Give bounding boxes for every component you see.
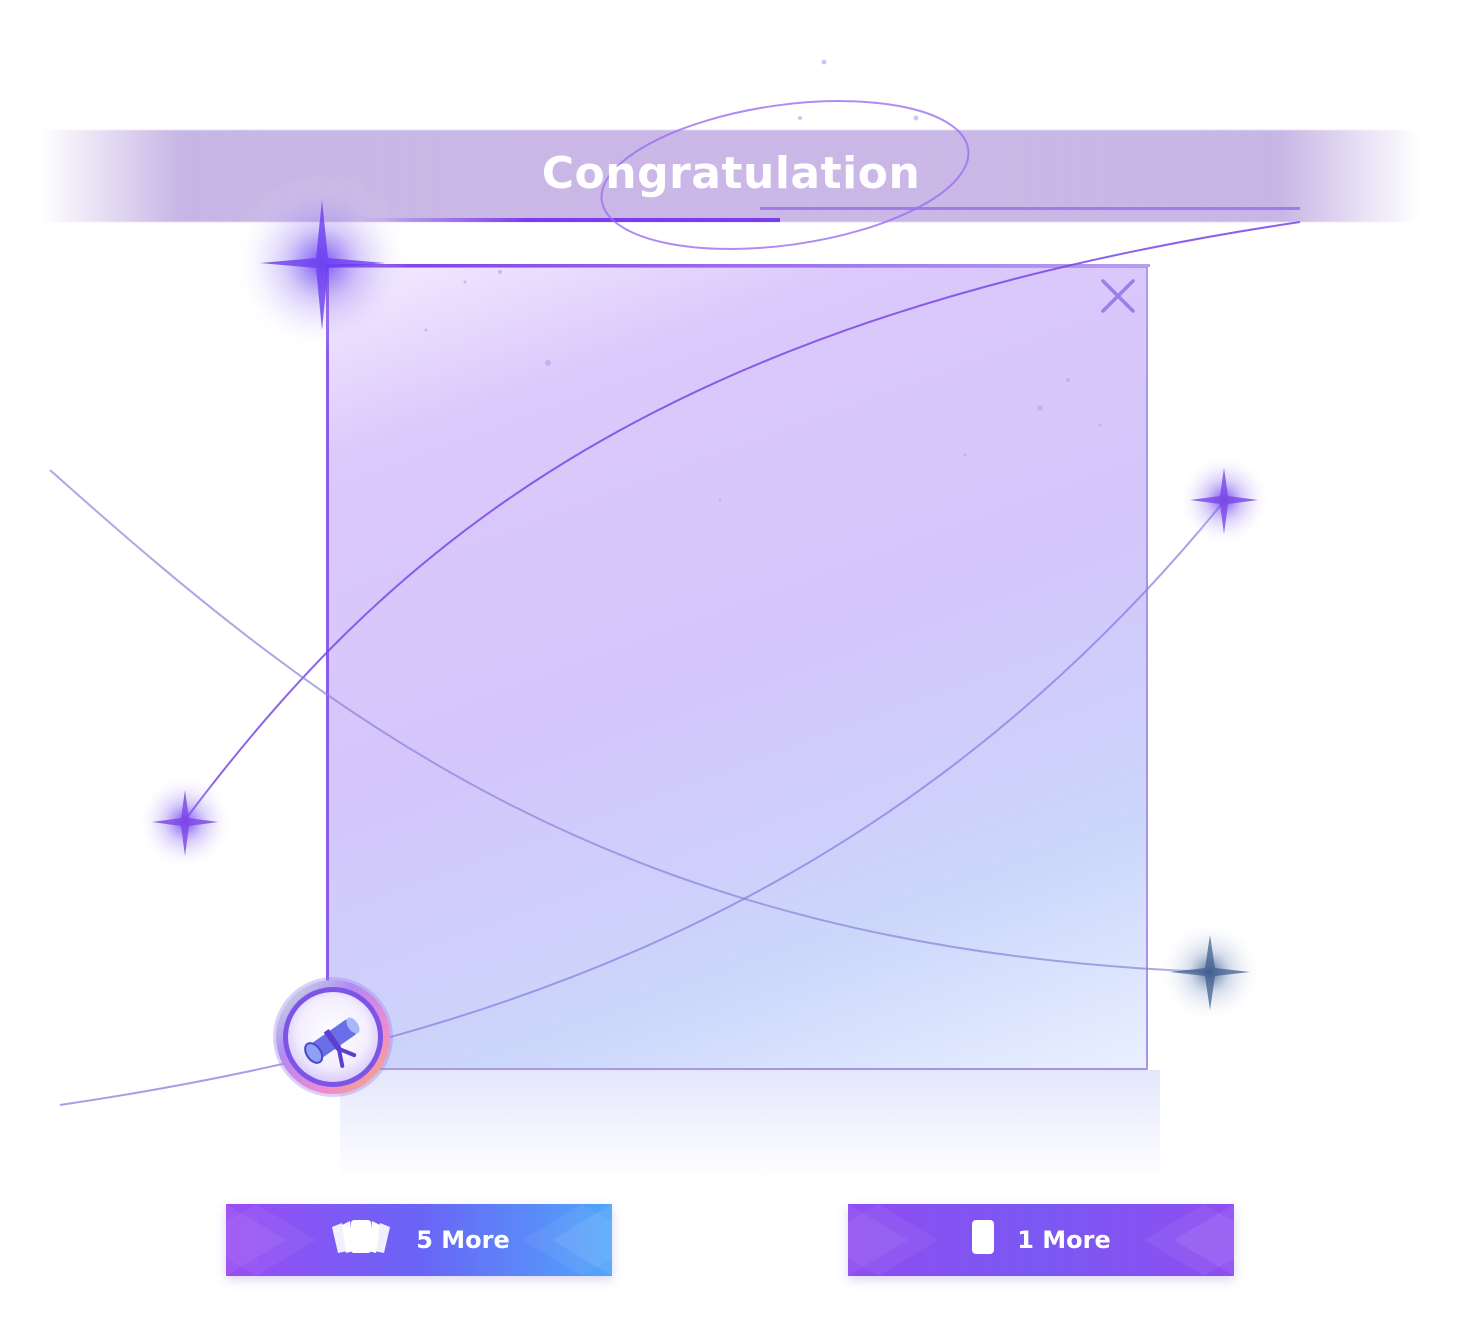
five-more-label: 5 More bbox=[416, 1226, 510, 1254]
five-more-button[interactable]: 5 More bbox=[226, 1204, 612, 1276]
one-more-button[interactable]: 1 More bbox=[848, 1204, 1234, 1276]
one-more-label: 1 More bbox=[1017, 1226, 1111, 1254]
single-card-icon bbox=[971, 1219, 995, 1261]
panel-reflection bbox=[340, 1070, 1160, 1180]
reward-panel bbox=[326, 266, 1148, 1070]
close-button[interactable] bbox=[1098, 276, 1138, 316]
scroll-icon bbox=[273, 977, 393, 1097]
close-icon bbox=[1101, 279, 1135, 313]
panel-top-border bbox=[326, 264, 1150, 267]
sparkle-bottom-right bbox=[1158, 920, 1262, 1024]
page-title: Congratulation bbox=[541, 148, 921, 199]
reward-badge bbox=[270, 974, 396, 1100]
sparkle-right bbox=[1178, 454, 1270, 546]
banner-underline-right bbox=[760, 207, 1300, 210]
sparkle-left bbox=[137, 774, 233, 870]
cards-fan-icon bbox=[328, 1219, 394, 1261]
banner-underline bbox=[360, 218, 780, 222]
